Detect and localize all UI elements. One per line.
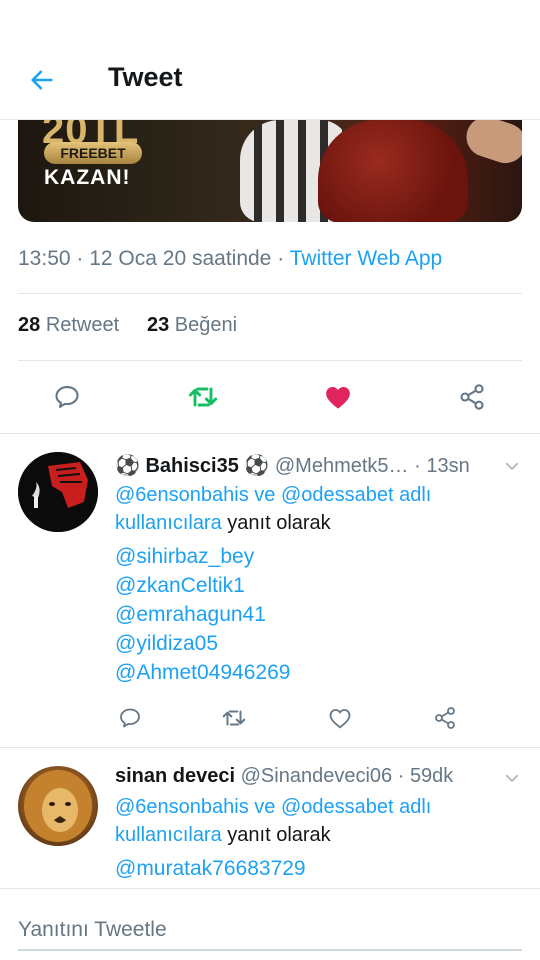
- mention-link[interactable]: @muratak76683729: [115, 857, 306, 881]
- replying-to-label: yanıt olarak: [221, 512, 331, 534]
- mention-link[interactable]: @yildiza05: [115, 632, 218, 656]
- tweet-action-bar: [0, 376, 540, 420]
- retweet-label: Retweet: [45, 314, 120, 336]
- reply-header: ⚽ Bahisci35 ⚽ @Mehmetk5… · 13sn: [115, 453, 495, 478]
- more-options-button[interactable]: [502, 456, 522, 476]
- reply-icon: [120, 708, 140, 728]
- reply-button[interactable]: [114, 702, 146, 734]
- retweet-button[interactable]: [218, 702, 250, 734]
- reply-input[interactable]: [18, 911, 522, 951]
- reply-context: @6ensonbahis ve @odessabet adlı kullanıc…: [115, 793, 515, 849]
- retweet-count: 28: [18, 314, 41, 336]
- share-icon: [435, 707, 455, 729]
- like-count: 23: [146, 314, 170, 336]
- share-button[interactable]: [429, 702, 461, 734]
- mention-link[interactable]: @emrahagun41: [115, 603, 266, 627]
- divider: [0, 433, 540, 434]
- like-label: Beğeni: [174, 314, 238, 336]
- divider: [0, 747, 540, 748]
- mention-link[interactable]: @zkanCeltik1: [115, 574, 245, 598]
- tweet-date: 12 Oca 20 saatinde: [89, 247, 272, 270]
- avatar-image: [24, 770, 92, 842]
- reply-composer: [0, 888, 540, 960]
- heart-filled-icon: [326, 387, 350, 409]
- tweet-time: 13:50: [18, 247, 71, 270]
- divider: [18, 360, 522, 361]
- reply-icon: [55, 386, 79, 408]
- display-name[interactable]: ⚽ Bahisci35 ⚽: [115, 455, 269, 477]
- promo-badge: FREEBET: [44, 142, 142, 164]
- retweet-button[interactable]: [187, 381, 219, 413]
- chevron-down-icon: [505, 774, 519, 782]
- tweet-media-image[interactable]: 20TL FREEBET KAZAN!: [18, 120, 522, 222]
- user-handle[interactable]: @Sinandeveci06: [241, 765, 393, 787]
- like-button[interactable]: [322, 381, 354, 413]
- tweet-client-link[interactable]: Twitter Web App: [290, 247, 443, 270]
- avatar-image: [18, 452, 98, 532]
- tweet-age: 13sn: [426, 455, 470, 477]
- replying-to-label: yanıt olarak: [221, 824, 331, 846]
- avatar[interactable]: [18, 452, 98, 532]
- reply-context: @6ensonbahis ve @odessabet adlı kullanıc…: [115, 481, 515, 537]
- promo-cta: KAZAN!: [44, 166, 131, 189]
- page-title: Tweet: [108, 62, 183, 92]
- arrow-left-icon: [31, 70, 53, 90]
- tweet-timestamp: 13:50 · 12 Oca 20 saatinde · Twitter Web…: [18, 247, 443, 270]
- retweet-stat[interactable]: 28 Retweet: [18, 314, 119, 336]
- more-options-button[interactable]: [502, 768, 522, 788]
- display-name[interactable]: sinan deveci: [115, 765, 235, 787]
- tweet-stats: 28 Retweet 23 Beğeni: [18, 314, 237, 337]
- retweet-icon: [222, 710, 246, 726]
- reply-button[interactable]: [51, 381, 83, 413]
- share-icon: [460, 384, 484, 410]
- heart-icon: [329, 709, 351, 729]
- like-button[interactable]: [324, 702, 356, 734]
- player-jersey-red: [318, 120, 468, 222]
- reply-header: sinan deveci @Sinandeveci06 · 59dk: [115, 765, 495, 788]
- avatar[interactable]: [18, 766, 98, 846]
- mention-link[interactable]: @sihirbaz_bey: [115, 545, 254, 569]
- separator-dot: ·: [414, 455, 421, 477]
- back-button[interactable]: [24, 62, 60, 98]
- chevron-down-icon: [505, 462, 519, 470]
- player-arm: [461, 120, 522, 169]
- like-stat[interactable]: 23 Beğeni: [147, 314, 237, 336]
- separator-dot: ·: [397, 765, 405, 787]
- share-button[interactable]: [456, 381, 488, 413]
- divider: [18, 293, 522, 294]
- user-handle[interactable]: @Mehmetk5…: [275, 455, 409, 477]
- mention-link[interactable]: @Ahmet04946269: [115, 661, 290, 685]
- top-app-bar: Tweet: [0, 0, 540, 120]
- tweet-age: 59dk: [409, 765, 454, 787]
- retweet-icon: [188, 387, 218, 407]
